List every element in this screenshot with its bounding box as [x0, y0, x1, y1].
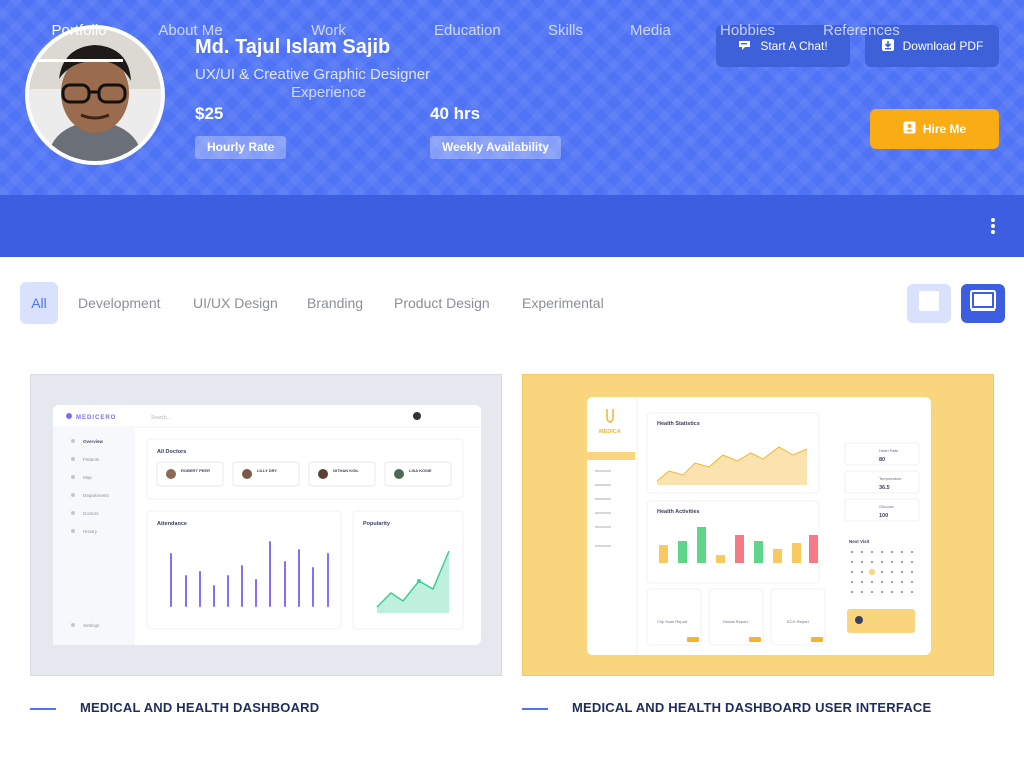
section-nav	[0, 195, 1024, 257]
preview-doctor-3: LISA KOSIE	[409, 468, 432, 473]
filter-branding[interactable]: Branding	[307, 282, 363, 324]
preview-menu-5: History	[83, 529, 98, 534]
preview2-vital-value-2: 100	[879, 513, 888, 519]
tab-about-me[interactable]: About Me	[158, 0, 223, 62]
preview2-brand: MEDICA	[599, 429, 621, 435]
preview-menu-0: Overview	[83, 439, 104, 444]
filter-ui-ux-design[interactable]: UI/UX Design	[193, 282, 278, 324]
preview-doctor-2: NITHAN KOIL	[333, 468, 359, 473]
hire-icon	[903, 121, 916, 137]
portfolio-card-2-image[interactable]: MEDICA Health Statistics Health Activiti…	[522, 374, 994, 676]
hourly-rate-value: $25	[195, 104, 224, 123]
grid-view-icon	[919, 291, 939, 316]
tab-portfolio[interactable]: Portfolio	[35, 0, 123, 62]
filter-product-design[interactable]: Product Design	[394, 282, 490, 324]
tab-references[interactable]: References	[823, 0, 900, 62]
preview2-vital-value-0: 80	[879, 457, 885, 463]
preview2-next-visit: Next Visit	[849, 539, 870, 544]
preview-menu-2: Map	[83, 475, 92, 480]
card-2-accent-line	[522, 708, 548, 710]
preview2-activities-title: Health Activities	[657, 509, 700, 515]
monitor-view-icon	[970, 290, 996, 317]
card-1-accent-line	[30, 708, 56, 710]
preview-search: Search...	[151, 415, 171, 421]
preview2-stats-title: Health Statistics	[657, 421, 700, 427]
preview2-vital-0: Heart Rate	[879, 448, 899, 453]
more-options-icon[interactable]	[987, 218, 999, 234]
portfolio-card-2-title[interactable]: MEDICAL AND HEALTH DASHBOARD USER INTERF…	[572, 700, 931, 715]
preview2-vital-2: Glucose	[879, 504, 894, 509]
tab-skills[interactable]: Skills	[548, 0, 583, 62]
preview-menu-4: Doctors	[83, 511, 99, 516]
preview-menu-3: Departments	[83, 493, 110, 498]
preview-section-title: All Doctors	[157, 449, 186, 455]
preview-brand: MEDICERO	[76, 415, 116, 421]
preview-menu-1: Patients	[83, 457, 100, 462]
filter-development[interactable]: Development	[78, 282, 161, 324]
preview2-report-2: ECG Report	[787, 619, 810, 624]
grid-view-button[interactable]	[907, 284, 951, 323]
tab-work-experience[interactable]: Work Experience	[273, 0, 384, 101]
list-view-button[interactable]	[961, 284, 1005, 323]
preview2-vital-value-1: 36.5	[879, 485, 890, 491]
filter-experimental[interactable]: Experimental	[522, 282, 604, 324]
preview-popularity-title: Popularity	[363, 521, 391, 527]
preview-doctor-0: ROBERT PEER	[181, 468, 210, 473]
hire-me-button[interactable]: Hire Me	[870, 109, 999, 149]
portfolio-card-1-image[interactable]: MEDICERO Search... Overview Patients Map…	[30, 374, 502, 676]
tab-education[interactable]: Education	[434, 0, 501, 62]
portfolio-card-1-title[interactable]: MEDICAL AND HEALTH DASHBOARD	[80, 700, 319, 715]
tab-media[interactable]: Media	[630, 0, 671, 62]
preview-menu-6: Settings	[83, 623, 100, 628]
preview2-report-1: Dental Report	[723, 619, 749, 624]
preview-doctor-1: LILLY DRY	[257, 468, 277, 473]
weekly-availability-value: 40 hrs	[430, 104, 481, 123]
download-pdf-label: Download PDF	[902, 39, 984, 53]
weekly-availability-label: Weekly Availability	[430, 136, 561, 159]
hire-me-label: Hire Me	[922, 122, 967, 136]
preview2-report-0: City Scan Report	[657, 619, 688, 624]
preview2-vital-1: Temperature	[879, 476, 902, 481]
filter-all[interactable]: All	[20, 282, 58, 324]
hourly-rate-label: Hourly Rate	[195, 136, 287, 159]
preview-attendance-title: Attendance	[157, 521, 187, 527]
tab-hobbies[interactable]: Hobbies	[720, 0, 775, 62]
